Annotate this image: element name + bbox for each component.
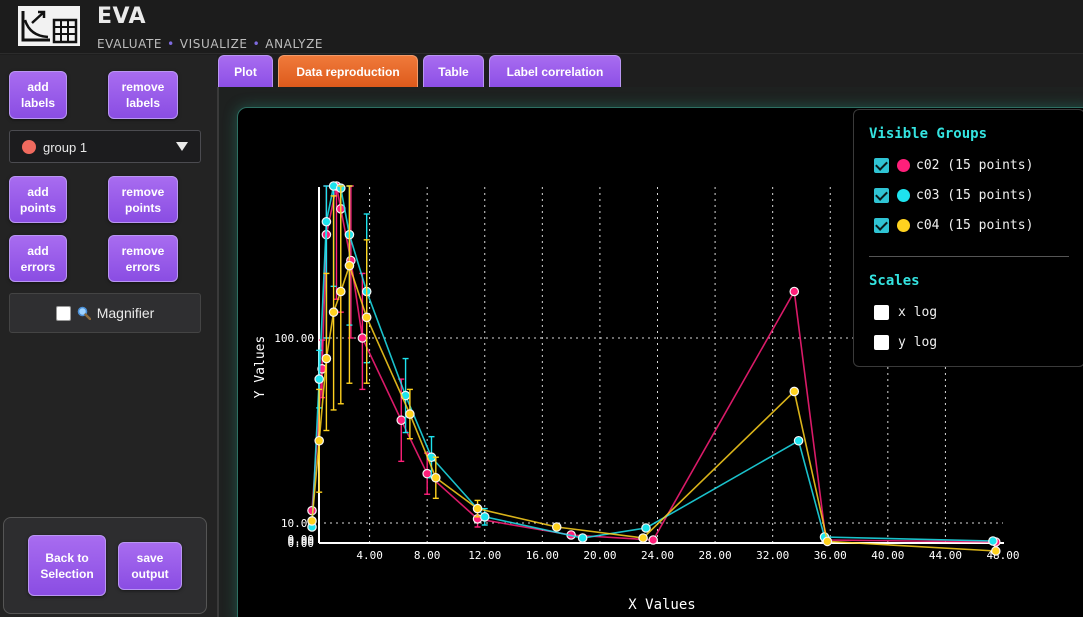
x-tick-label: 36.00 — [814, 549, 847, 562]
data-point-c04[interactable] — [551, 522, 562, 532]
data-point-c04[interactable] — [335, 286, 346, 297]
data-point-c02[interactable] — [396, 415, 407, 426]
legend-group-c04[interactable]: c04 (15 points) — [874, 216, 1033, 234]
group-c03-label: c03 (15 points) — [916, 187, 1034, 203]
visible-groups-panel: Visible Groups c02 (15 points) c03 (15 p… — [853, 109, 1083, 367]
x-tick-label: 20.00 — [583, 549, 616, 562]
data-point-c04[interactable] — [789, 386, 800, 397]
app-window: EVA EVALUATE • VISUALIZE • ANALYZE add label… — [0, 0, 1083, 617]
y-log-checkbox[interactable] — [874, 334, 889, 350]
data-point-c03[interactable] — [479, 512, 490, 522]
data-point-c02[interactable] — [357, 333, 368, 343]
data-point-c04[interactable] — [405, 409, 415, 419]
legend-group-c02[interactable]: c02 (15 points) — [874, 156, 1033, 174]
x-tick-label: 16.00 — [526, 549, 559, 562]
data-point-c04[interactable] — [472, 503, 483, 514]
visible-groups-title: Visible Groups — [869, 126, 988, 142]
data-point-c03[interactable] — [577, 533, 588, 543]
data-point-c02[interactable] — [648, 535, 658, 545]
data-point-c04[interactable] — [431, 472, 441, 483]
y-log-label: y log — [898, 334, 938, 350]
x-tick-label: 44.00 — [929, 549, 962, 562]
y-axis-label: Y Values — [253, 336, 268, 399]
y-tick-label: 0.00 — [288, 533, 315, 546]
group-c02-checkbox[interactable] — [874, 157, 889, 173]
x-tick-label: 4.00 — [356, 549, 383, 562]
scales-title: Scales — [869, 273, 920, 289]
group-c04-color-dot — [897, 218, 910, 232]
x-tick-label: 12.00 — [468, 549, 501, 562]
scale-y-log[interactable]: y log — [874, 333, 937, 351]
data-point-c03[interactable] — [641, 523, 651, 533]
x-tick-label: 32.00 — [756, 549, 789, 562]
data-point-c04[interactable] — [344, 260, 355, 271]
data-point-c04[interactable] — [307, 516, 317, 526]
legend-group-c03[interactable]: c03 (15 points) — [874, 186, 1033, 204]
data-point-c02[interactable] — [422, 468, 432, 479]
x-tick-label: 40.00 — [871, 549, 904, 562]
data-point-c04[interactable] — [328, 307, 339, 317]
group-c03-checkbox[interactable] — [874, 187, 889, 203]
y-tick-label: 100.00 — [274, 332, 314, 345]
data-point-c04[interactable] — [361, 312, 372, 323]
x-log-label: x log — [898, 304, 938, 320]
data-point-c03[interactable] — [988, 536, 998, 546]
scale-x-log[interactable]: x log — [874, 303, 937, 321]
data-point-c04[interactable] — [314, 435, 324, 446]
data-point-c04[interactable] — [822, 536, 833, 547]
data-point-c03[interactable] — [321, 216, 332, 227]
group-c03-color-dot — [897, 188, 910, 202]
x-tick-label: 24.00 — [641, 549, 674, 562]
group-c04-checkbox[interactable] — [874, 217, 889, 233]
x-tick-label: 8.00 — [414, 549, 441, 562]
data-point-c02[interactable] — [789, 286, 800, 297]
group-c02-label: c02 (15 points) — [916, 157, 1034, 173]
group-c02-color-dot — [897, 158, 910, 172]
x-tick-label: 28.00 — [699, 549, 732, 562]
data-point-c04[interactable] — [638, 533, 648, 543]
data-point-c03[interactable] — [314, 374, 324, 384]
group-c04-label: c04 (15 points) — [916, 217, 1034, 233]
legend-divider — [869, 256, 1069, 257]
x-log-checkbox[interactable] — [874, 304, 889, 320]
data-point-c04[interactable] — [991, 546, 1001, 556]
data-point-c03[interactable] — [793, 435, 804, 446]
data-point-c04[interactable] — [321, 353, 332, 364]
x-axis-label: X Values — [628, 597, 695, 613]
